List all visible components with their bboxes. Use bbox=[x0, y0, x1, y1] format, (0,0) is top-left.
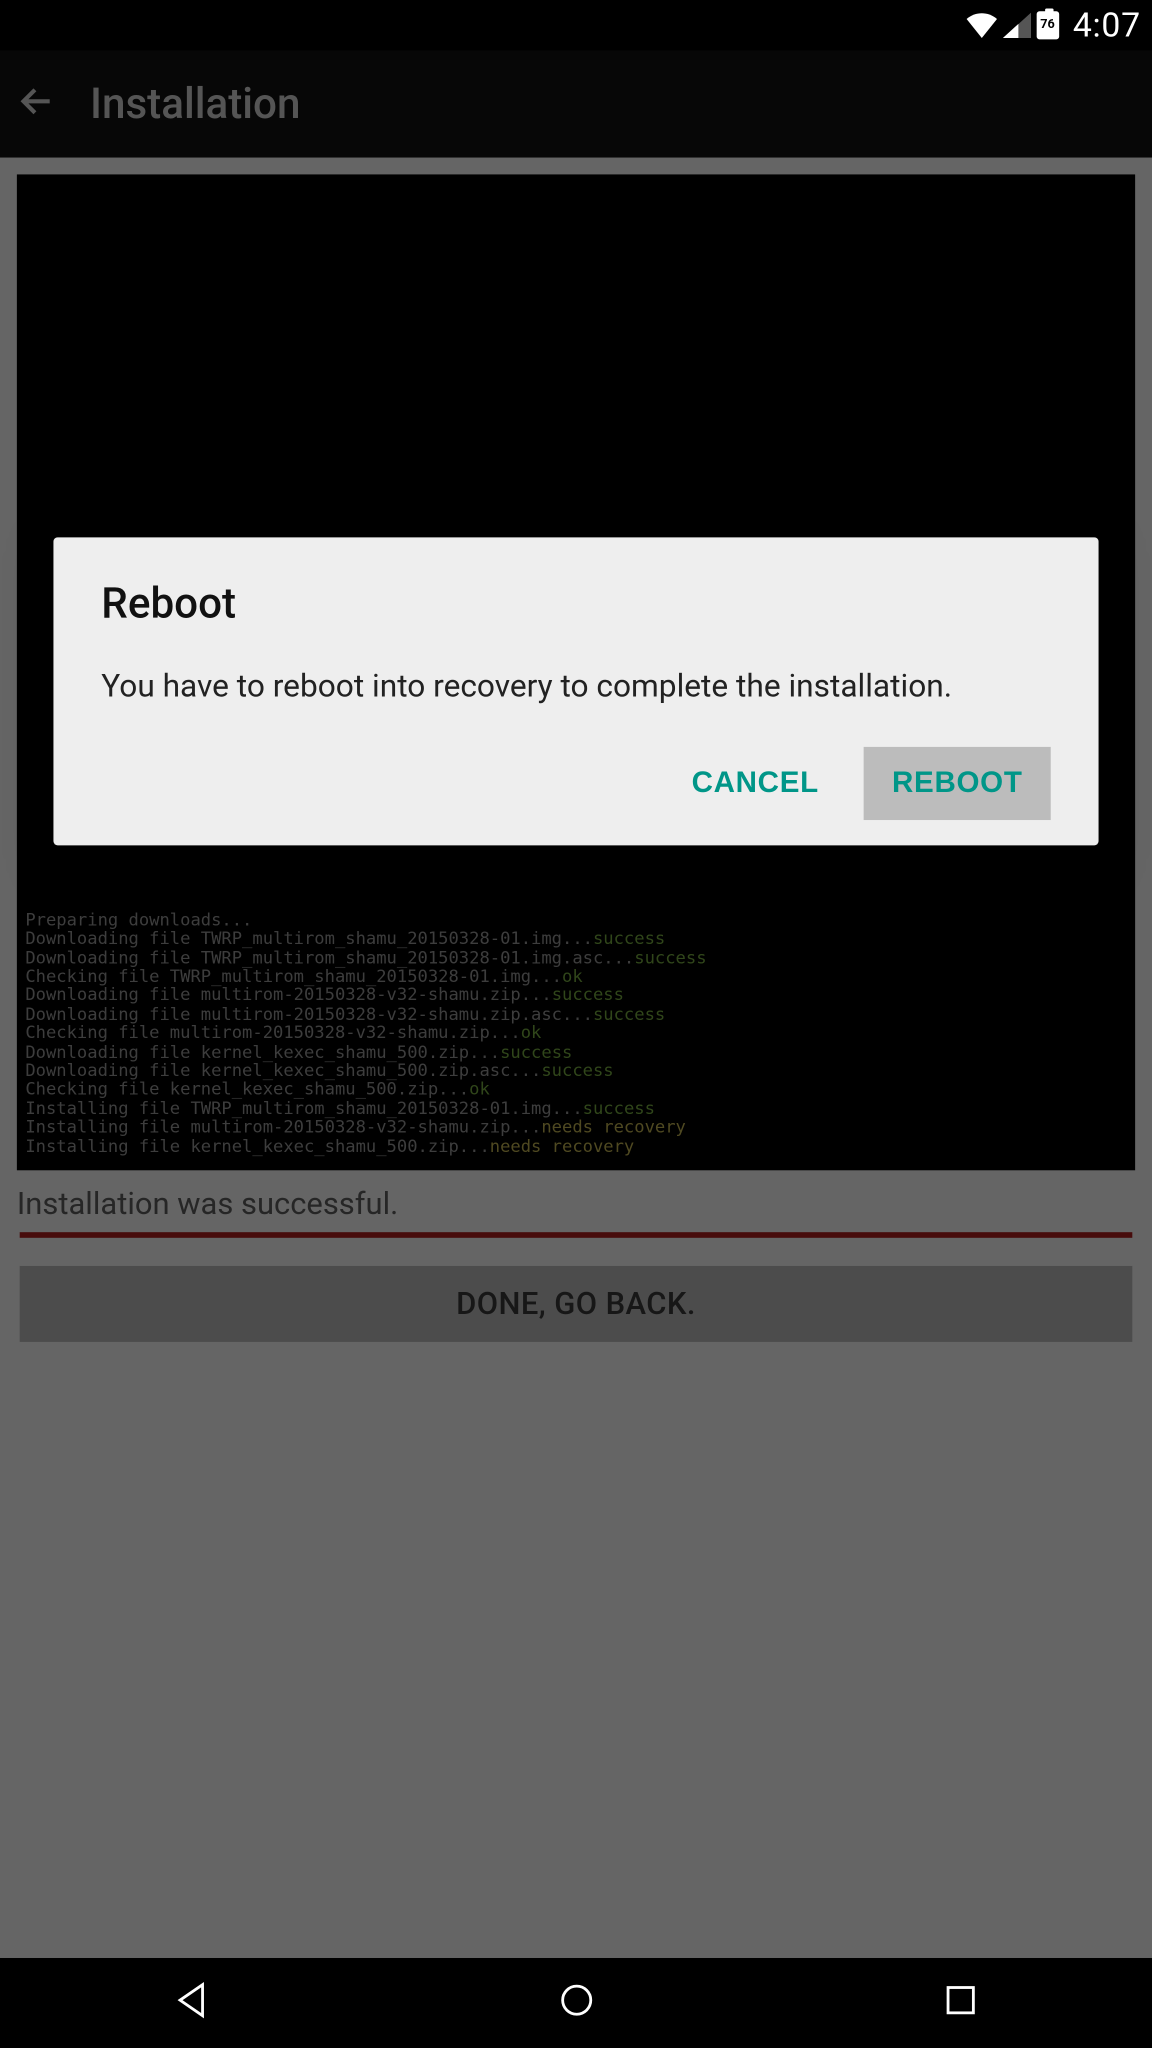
status-bar: 76 4:07 bbox=[0, 0, 1152, 51]
screen: 76 4:07 Installation Preparing downloads… bbox=[0, 0, 1152, 2048]
battery-level: 76 bbox=[1040, 18, 1055, 32]
reboot-dialog: Reboot You have to reboot into recovery … bbox=[53, 537, 1098, 845]
modal-scrim bbox=[0, 51, 1152, 1958]
wifi-icon bbox=[966, 13, 997, 38]
dialog-actions: CANCEL REBOOT bbox=[101, 747, 1050, 820]
dialog-title: Reboot bbox=[101, 580, 1050, 629]
nav-back-icon[interactable] bbox=[171, 1979, 213, 2027]
clock: 4:07 bbox=[1073, 6, 1141, 45]
battery-icon: 76 bbox=[1036, 11, 1059, 39]
navigation-bar bbox=[0, 1958, 1152, 2048]
cancel-button[interactable]: CANCEL bbox=[663, 747, 847, 820]
dialog-message: You have to reboot into recovery to comp… bbox=[101, 665, 1050, 707]
nav-home-icon[interactable] bbox=[555, 1979, 597, 2027]
reboot-button[interactable]: REBOOT bbox=[864, 747, 1051, 820]
cell-signal-icon bbox=[1003, 13, 1031, 38]
nav-recent-icon[interactable] bbox=[939, 1979, 981, 2027]
